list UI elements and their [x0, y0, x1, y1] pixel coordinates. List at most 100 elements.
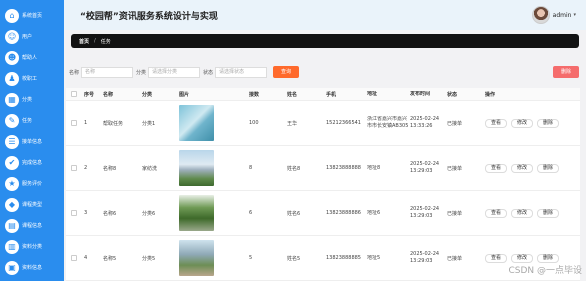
cell-status: 已接单 [447, 120, 463, 127]
table-row[interactable]: 1 帮取任务 分类1 100 王华 15212366541 浙江省嘉兴市嘉兴市市长安镇AB3… [66, 101, 580, 146]
sidebar-item-11[interactable]: ▤ 课程信息 [0, 215, 64, 236]
view-button[interactable]: 查看 [485, 163, 508, 173]
staff-icon: ♟ [5, 71, 19, 86]
header-name: 名称 [103, 91, 114, 98]
table-row[interactable]: 3 名称6 分类6 6 姓名6 13823888886 地址6 2025-02-24 13:2… [66, 191, 580, 236]
sidebar-item-9[interactable]: ★ 服务评价 [0, 173, 64, 194]
sidebar-item-10[interactable]: ◆ 课程类型 [0, 194, 64, 215]
row-checkbox[interactable] [71, 165, 77, 171]
sidebar-item-label: 资料分类 [22, 244, 43, 250]
user-icon: ☺ [5, 29, 19, 44]
cell-phone: 13823888886 [326, 210, 361, 216]
cell-phone: 13823888885 [326, 255, 361, 261]
cell-category: 分类6 [142, 210, 156, 217]
app-title: “校园帮”资讯服务系统设计与实现 [80, 12, 218, 22]
cell-category: 分类5 [142, 255, 156, 262]
sidebar-item-1[interactable]: ⌂ 系统首页 [0, 5, 64, 26]
cell-no: 4 [84, 255, 88, 261]
sidebar: ⌂ 系统首页 ☺ 用户 ☻ 帮助人 ♟ 校职工 ▦ 分类 ✎ 任务 ☰ 接单信息 ✔ 完成信息 ★ 服务评价 ◆ 课程… [0, 0, 64, 281]
row-checkbox[interactable] [71, 255, 77, 261]
chevron-down-icon[interactable]: ▾ [573, 12, 576, 18]
cell-phone: 15212366541 [326, 120, 361, 126]
sidebar-item-3[interactable]: ☻ 帮助人 [0, 47, 64, 68]
batch-delete-button[interactable]: 删除 [553, 66, 579, 78]
table-row[interactable]: 2 名称8 家纺洗 8 姓名8 13823888888 地址8 2025-02-24 13:2… [66, 146, 580, 191]
cell-count: 5 [249, 255, 253, 261]
edit-button[interactable]: 修改 [511, 118, 534, 128]
breadcrumb-separator: / [94, 38, 96, 44]
cell-status: 已接单 [447, 255, 463, 262]
header-image: 图片 [179, 91, 190, 98]
cell-name: 名称5 [103, 255, 117, 262]
header-author: 姓名 [287, 91, 298, 98]
search-button[interactable]: 查询 [273, 66, 300, 78]
phone-photo [179, 105, 214, 141]
delete-button[interactable]: 删除 [537, 253, 560, 263]
avatar[interactable] [531, 6, 550, 24]
header-time: 发布时间 [410, 90, 431, 97]
order-icon: ☰ [5, 134, 19, 149]
sidebar-item-5[interactable]: ▦ 分类 [0, 89, 64, 110]
header-status: 状态 [447, 91, 458, 98]
row-checkbox[interactable] [71, 210, 77, 216]
sidebar-item-4[interactable]: ♟ 校职工 [0, 68, 64, 89]
header-actions: 操作 [485, 91, 496, 98]
edit-button[interactable]: 修改 [511, 163, 534, 173]
building-photo [179, 150, 214, 186]
view-button[interactable]: 查看 [485, 208, 508, 218]
delete-button[interactable]: 删除 [537, 208, 560, 218]
review-icon: ★ [5, 176, 19, 191]
cell-category: 家纺洗 [142, 165, 158, 172]
table-header: 序号 名称 分类 图片 接数 姓名 手机 地址 发布时间 状态 操作 [66, 88, 580, 101]
view-button[interactable]: 查看 [485, 118, 508, 128]
helper-icon: ☻ [5, 50, 19, 65]
sidebar-item-label: 接单信息 [22, 139, 43, 145]
complete-icon: ✔ [5, 155, 19, 170]
header-no: 序号 [84, 91, 95, 98]
edit-button[interactable]: 修改 [511, 208, 534, 218]
category-icon: ▦ [5, 92, 19, 107]
cell-phone: 13823888888 [326, 165, 361, 171]
sidebar-item-8[interactable]: ✔ 完成信息 [0, 152, 64, 173]
cell-time: 2025-02-24 13:29:03 [410, 206, 440, 219]
sidebar-item-label: 用户 [22, 34, 33, 40]
name-filter-input[interactable]: 名称 [81, 66, 134, 78]
status-filter-label: 状态 [203, 69, 214, 76]
cell-name: 名称8 [103, 165, 117, 172]
table-row[interactable]: 4 名称5 分类5 5 姓名5 13823888885 地址5 2025-02-24 13:2… [66, 236, 580, 281]
cell-count: 6 [249, 210, 253, 216]
cell-address: 浙江省嘉兴市嘉兴市市长安镇AB305 [367, 116, 409, 129]
cell-count: 100 [249, 120, 259, 126]
cell-author: 姓名8 [287, 165, 301, 172]
status-filter-select[interactable]: 请选择状态 [215, 66, 268, 78]
campus-photo [179, 240, 214, 276]
table-body: 1 帮取任务 分类1 100 王华 15212366541 浙江省嘉兴市嘉兴市市长安镇AB3… [66, 101, 580, 281]
header: “校园帮”资讯服务系统设计与实现 admin ▾ [64, 0, 586, 30]
cell-count: 8 [249, 165, 253, 171]
sidebar-item-label: 课程信息 [22, 223, 43, 229]
cell-author: 姓名6 [287, 210, 301, 217]
sidebar-item-label: 分类 [22, 97, 33, 103]
cell-address: 地址5 [367, 254, 381, 261]
header-phone: 手机 [326, 91, 337, 98]
trees-photo [179, 195, 214, 231]
breadcrumb-home[interactable]: 首页 [79, 38, 89, 45]
view-button[interactable]: 查看 [485, 253, 508, 263]
cell-name: 帮取任务 [103, 120, 124, 127]
edit-button[interactable]: 修改 [511, 253, 534, 263]
select-all-checkbox[interactable] [71, 91, 77, 97]
user-menu[interactable]: admin ▾ [531, 6, 576, 24]
search-bar: 名称 名称 分类 请选择分类 状态 请选择状态 查询 删除 [69, 66, 579, 78]
sidebar-item-12[interactable]: ▥ 资料分类 [0, 236, 64, 257]
sidebar-item-7[interactable]: ☰ 接单信息 [0, 131, 64, 152]
delete-button[interactable]: 删除 [537, 163, 560, 173]
sidebar-item-6[interactable]: ✎ 任务 [0, 110, 64, 131]
header-address: 地址 [367, 90, 378, 97]
category-filter-select[interactable]: 请选择分类 [148, 66, 201, 78]
cell-status: 已接单 [447, 210, 463, 217]
row-checkbox[interactable] [71, 120, 77, 126]
sidebar-item-2[interactable]: ☺ 用户 [0, 26, 64, 47]
sidebar-item-13[interactable]: ▣ 资料信息 [0, 257, 64, 278]
delete-button[interactable]: 删除 [537, 118, 560, 128]
sidebar-item-label: 校职工 [22, 76, 38, 82]
